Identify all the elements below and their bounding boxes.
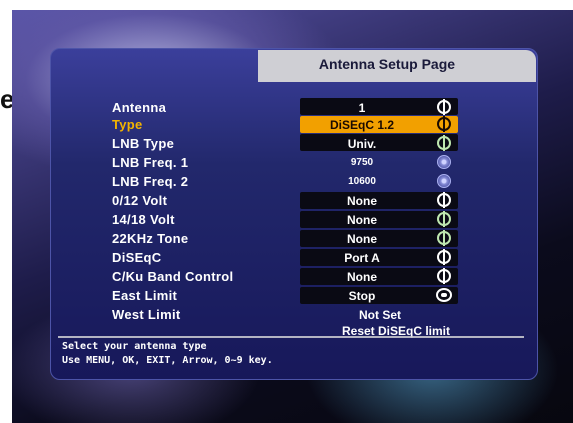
row-value-lnb-freq-1[interactable]: 9750: [300, 157, 424, 168]
page-title: Antenna Setup Page: [318, 56, 456, 72]
phi-icon: [437, 99, 451, 115]
row-label-east-limit: East Limit: [112, 288, 178, 303]
row-label-type: Type: [112, 117, 143, 132]
row-value-antenna: 1: [358, 101, 366, 115]
row-value-c-ku-band-control: None: [347, 270, 377, 284]
row-value-14-18-volt: None: [347, 213, 377, 227]
row-label-west-limit: West Limit: [112, 307, 181, 322]
dial-icon: [437, 155, 451, 169]
row-value-west-limit[interactable]: Not Set: [290, 308, 470, 322]
row-label-lnb-type: LNB Type: [112, 136, 175, 151]
separator: [58, 336, 524, 338]
row-value-22khz-tone: None: [347, 232, 377, 246]
row-label-diseqc: DiSEqC: [112, 250, 162, 265]
row-value-east-limit: Stop: [348, 289, 376, 303]
row-label-lnb-freq-1: LNB Freq. 1: [112, 155, 189, 170]
row-label-14-18-volt: 14/18 Volt: [112, 212, 175, 227]
phi-icon: [437, 249, 451, 265]
row-value-diseqc: Port A: [344, 251, 380, 265]
row-label-0-12-volt: 0/12 Volt: [112, 193, 168, 208]
help-text-line-2: Use MENU, OK, EXIT, Arrow, 0~9 key.: [62, 355, 273, 366]
phi-icon: [437, 268, 451, 284]
row-label-c-ku-band-control: C/Ku Band Control: [112, 269, 234, 284]
phi-icon: [437, 230, 451, 246]
phi-icon: [437, 192, 451, 208]
row-value-lnb-type: Univ.: [347, 137, 377, 151]
row-label-lnb-freq-2: LNB Freq. 2: [112, 174, 189, 189]
phi-icon: [437, 211, 451, 227]
phi-icon: [437, 116, 451, 132]
row-label-22khz-tone: 22KHz Tone: [112, 231, 189, 246]
knob-icon: [436, 288, 452, 302]
dial-icon: [437, 174, 451, 188]
row-label-antenna: Antenna: [112, 100, 167, 115]
help-text-line-1: Select your antenna type: [62, 341, 207, 352]
row-value-0-12-volt: None: [347, 194, 377, 208]
phi-icon: [437, 135, 451, 151]
row-value-lnb-freq-2[interactable]: 10600: [300, 176, 424, 187]
row-value-type: DiSEqC 1.2: [329, 118, 395, 132]
cropped-edge-text: e: [0, 86, 12, 112]
